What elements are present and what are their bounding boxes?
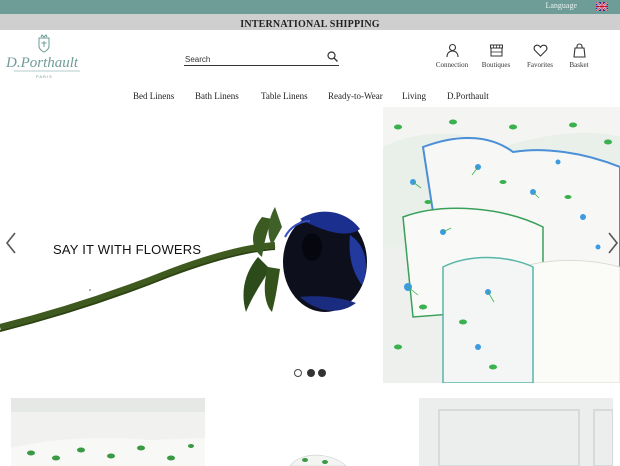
carousel-dot-2[interactable] [307, 369, 315, 377]
nav-living[interactable]: Living [402, 91, 426, 101]
hero-carousel: SAY IT WITH FLOWERS [0, 107, 620, 383]
search-input[interactable] [184, 52, 319, 67]
carousel-dot-1[interactable] [294, 369, 302, 377]
search-bar [184, 49, 339, 67]
basket-label: Basket [569, 61, 589, 69]
carousel-pagination [293, 368, 333, 378]
basket-link[interactable]: Basket [557, 43, 601, 69]
search-icon[interactable] [327, 51, 338, 62]
language-selector[interactable]: Language [545, 1, 577, 10]
crest-icon [38, 34, 50, 53]
nav-bed-linens[interactable]: Bed Linens [133, 91, 174, 101]
logo-subtext: PARIS [36, 74, 53, 79]
nav-bath-linens[interactable]: Bath Linens [195, 91, 239, 101]
hero-headline[interactable]: SAY IT WITH FLOWERS [53, 242, 201, 257]
user-icon [445, 43, 459, 58]
promo-tile-table-linens[interactable] [280, 398, 350, 466]
shipping-text[interactable]: INTERNATIONAL SHIPPING [240, 19, 380, 30]
favorites-label: Favorites [526, 61, 554, 69]
promo-tile-living[interactable] [419, 398, 613, 466]
boutiques-label: Boutiques [481, 61, 511, 69]
top-bar: Language [0, 0, 620, 14]
bag-icon [572, 43, 586, 58]
nav-d-porthault[interactable]: D.Porthault [447, 91, 489, 101]
shipping-banner: INTERNATIONAL SHIPPING [0, 14, 620, 30]
connection-link[interactable]: Connection [430, 43, 474, 69]
uk-flag-icon[interactable] [596, 2, 608, 11]
promo-tile-bed-linens[interactable] [11, 398, 205, 466]
carousel-prev-arrow-icon[interactable] [4, 231, 18, 255]
carousel-next-arrow-icon[interactable] [606, 231, 620, 255]
storefront-icon [489, 44, 503, 57]
logo-text: D.Porthault [5, 55, 79, 71]
nav-ready-to-wear[interactable]: Ready-to-Wear [328, 91, 383, 101]
favorites-link[interactable]: Favorites [518, 43, 562, 69]
hero-linens-image [383, 107, 620, 383]
nav-table-linens[interactable]: Table Linens [261, 91, 308, 101]
connection-label: Connection [435, 61, 469, 69]
main-nav: Bed Linens Bath Linens Table Linens Read… [0, 91, 620, 105]
boutiques-link[interactable]: Boutiques [474, 43, 518, 69]
heart-icon [533, 44, 547, 57]
brand-logo[interactable]: D.Porthault PARIS [4, 34, 84, 82]
carousel-dot-3[interactable] [318, 369, 326, 377]
